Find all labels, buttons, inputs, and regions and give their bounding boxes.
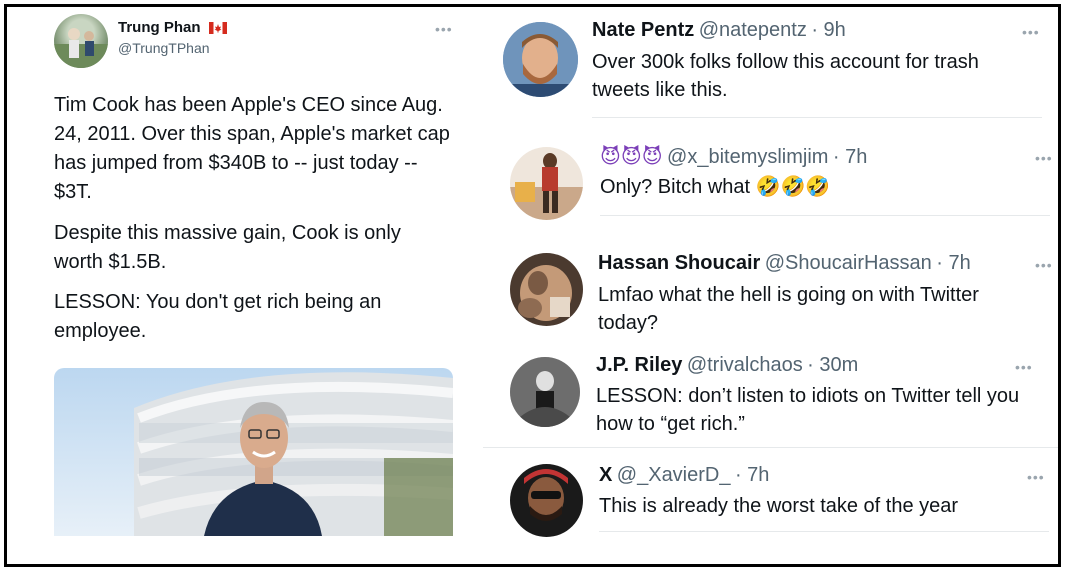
reply-author-name[interactable]: J.P. Riley: [596, 354, 682, 376]
tweet-image[interactable]: [54, 368, 453, 536]
author-handle[interactable]: @TrungTPhan: [118, 40, 210, 56]
avatar[interactable]: [54, 14, 108, 68]
tweet-paragraph-1: Tim Cook has been Apple's CEO since Aug.…: [54, 94, 450, 203]
canada-flag-icon: [208, 22, 227, 35]
more-options-icon[interactable]: •••: [1035, 257, 1053, 273]
divider: [599, 531, 1049, 532]
avatar-photo: [510, 464, 583, 537]
more-options-icon[interactable]: •••: [1015, 359, 1033, 375]
avatar-photo: [510, 253, 583, 326]
more-options-icon[interactable]: •••: [1027, 469, 1045, 485]
author-name[interactable]: Trung Phan: [118, 19, 227, 36]
screenshot-frame: Trung Phan @TrungTPhan ••• Tim Cook has …: [4, 4, 1061, 567]
reply-author-name[interactable]: 😈😈😈: [600, 146, 663, 168]
reply-text: This is already the worst take of the ye…: [599, 495, 959, 517]
reply-text: LESSON: don’t listen to idiots on Twitte…: [596, 385, 1020, 435]
reply-author-handle[interactable]: @ShoucairHassan: [765, 252, 932, 274]
reply-timestamp[interactable]: · 30m: [807, 354, 858, 376]
avatar[interactable]: [510, 357, 580, 427]
author-name-label: Trung Phan: [118, 19, 201, 36]
reply-author-name[interactable]: Hassan Shoucair: [598, 252, 760, 274]
avatar[interactable]: [510, 464, 583, 537]
reply-author-handle[interactable]: @_XavierD_: [617, 464, 731, 486]
reply-author-name[interactable]: Nate Pentz: [592, 19, 694, 41]
avatar-photo: [54, 28, 108, 68]
more-options-icon[interactable]: •••: [1022, 24, 1040, 40]
divider: [600, 215, 1050, 216]
avatar-photo: [510, 357, 580, 427]
reply-text: Lmfao what the hell is going on with Twi…: [598, 284, 979, 334]
reply-author-name[interactable]: X: [599, 464, 612, 486]
reply-text: Only? Bitch what 🤣🤣🤣: [600, 176, 831, 198]
reply-timestamp[interactable]: · 7h: [936, 252, 970, 274]
reply-author-handle[interactable]: @trivalchaos: [687, 354, 803, 376]
main-tweet: Trung Phan @TrungTPhan ••• Tim Cook has …: [7, 7, 477, 564]
divider: [483, 447, 1058, 448]
divider: [592, 117, 1042, 118]
more-options-icon[interactable]: •••: [1035, 150, 1053, 166]
tweet-paragraph-2: Despite this massive gain, Cook is only …: [54, 222, 401, 273]
reply-text: Over 300k folks follow this account for …: [592, 51, 979, 101]
avatar-photo: [503, 22, 578, 97]
avatar-photo: [510, 147, 583, 220]
reply-author-handle[interactable]: @x_bitemyslimjim: [667, 146, 828, 168]
reply-timestamp[interactable]: · 7h: [735, 464, 769, 486]
more-options-icon[interactable]: •••: [435, 21, 453, 37]
reply-author-handle[interactable]: @natepentz: [699, 19, 807, 41]
avatar[interactable]: [510, 147, 583, 220]
avatar[interactable]: [503, 22, 578, 97]
tim-cook-photo: [54, 368, 453, 536]
reply-timestamp[interactable]: · 9h: [811, 19, 845, 41]
avatar[interactable]: [510, 253, 583, 326]
reply-timestamp[interactable]: · 7h: [833, 146, 867, 168]
tweet-paragraph-3: LESSON: You don't get rich being an empl…: [54, 291, 382, 342]
